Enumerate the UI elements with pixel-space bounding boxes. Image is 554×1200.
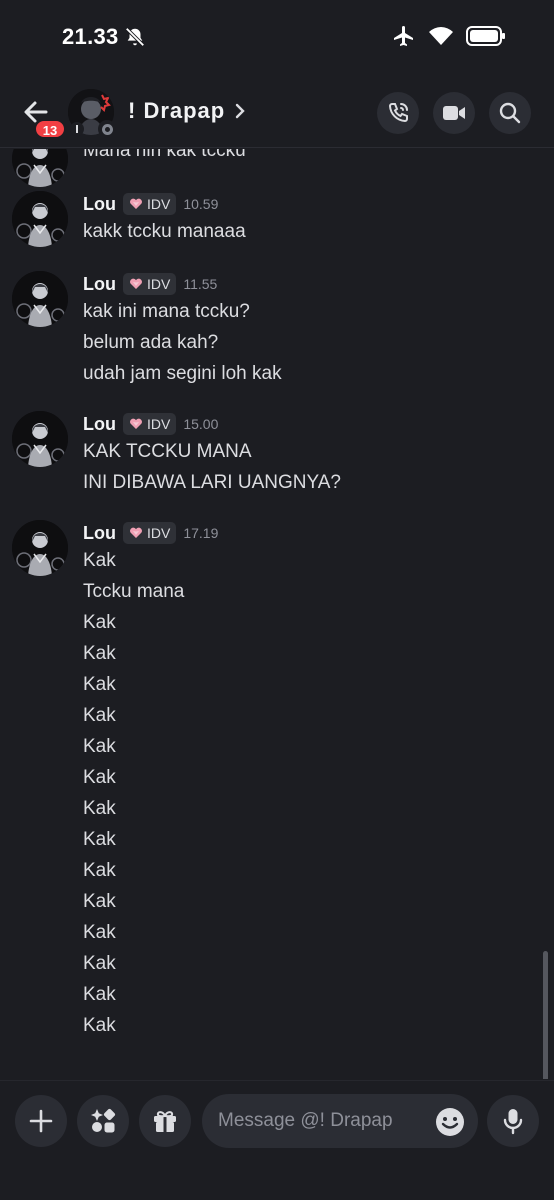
chevron-right-icon[interactable] — [234, 102, 246, 120]
message-header: Lou IDV 15.00 — [83, 411, 218, 437]
avatar[interactable] — [12, 149, 68, 187]
message-text[interactable]: Tccku mana — [83, 576, 184, 607]
attach-button[interactable] — [15, 1095, 67, 1147]
heart-icon — [129, 278, 143, 290]
gift-icon — [154, 1111, 176, 1132]
message-text[interactable]: kakk tccku manaaa — [83, 216, 246, 247]
message-text[interactable]: Kak — [83, 855, 116, 886]
message-header: Lou IDV 10.59 — [83, 191, 218, 217]
bell-muted-icon — [125, 27, 145, 47]
message-text[interactable]: Kak — [83, 762, 116, 793]
battery-icon — [466, 26, 505, 46]
heart-icon — [129, 527, 143, 539]
channel-name[interactable]: ! Drapap — [128, 98, 225, 124]
server-tag-label: IDV — [147, 525, 171, 541]
voice-call-button[interactable] — [377, 92, 419, 134]
message-timestamp: 10.59 — [183, 196, 219, 212]
avatar[interactable] — [12, 520, 68, 576]
status-indicators — [392, 24, 506, 48]
video-call-button[interactable] — [433, 92, 475, 134]
smiley-icon[interactable] — [434, 1106, 466, 1138]
offline-status-icon — [98, 120, 116, 138]
phone-call-icon — [388, 103, 408, 123]
gift-button[interactable] — [139, 1095, 191, 1147]
author-name[interactable]: Lou — [83, 523, 116, 544]
status-bar: 21.33 — [0, 0, 554, 76]
apps-button[interactable] — [77, 1095, 129, 1147]
avatar[interactable] — [12, 271, 68, 327]
message-text[interactable]: Kak — [83, 731, 116, 762]
message-list[interactable]: Mana nih kak tccku Lou IDV 10.59 kakk tccku… — [0, 149, 554, 1079]
message-text[interactable]: Kak — [83, 669, 116, 700]
avatar[interactable] — [12, 191, 68, 247]
message-text[interactable]: KAK TCCKU MANA — [83, 436, 252, 467]
message-timestamp: 15.00 — [183, 416, 219, 432]
message-composer — [0, 1080, 554, 1200]
message-text[interactable]: Kak — [83, 824, 116, 855]
status-time: 21.33 — [62, 24, 119, 49]
apps-sparkle-icon — [91, 1108, 116, 1133]
server-tag[interactable]: IDV — [123, 522, 177, 544]
airplane-icon — [394, 26, 413, 46]
plus-icon — [29, 1109, 53, 1133]
microphone-icon — [503, 1109, 523, 1135]
message-header: Lou IDV 17.19 — [83, 520, 218, 546]
wifi-icon — [429, 27, 453, 45]
author-name[interactable]: Lou — [83, 414, 116, 435]
author-name[interactable]: Lou — [83, 274, 116, 295]
search-button[interactable] — [489, 92, 531, 134]
message-text[interactable]: Kak — [83, 886, 116, 917]
message-header: Lou IDV 11.55 — [83, 271, 217, 297]
message-text[interactable]: Kak — [83, 917, 116, 948]
chat-header: 13 ! Drapap — [0, 76, 554, 148]
server-tag[interactable]: IDV — [123, 413, 177, 435]
voice-message-button[interactable] — [487, 1095, 539, 1147]
scrollbar[interactable] — [543, 951, 548, 1079]
message-text[interactable]: Kak — [83, 793, 116, 824]
server-tag[interactable]: IDV — [123, 273, 177, 295]
message-text[interactable]: Kak — [83, 545, 116, 576]
heart-icon — [129, 418, 143, 430]
message-timestamp: 11.55 — [183, 276, 218, 292]
message-text[interactable]: udah jam segini loh kak — [83, 358, 282, 389]
avatar[interactable] — [12, 411, 68, 467]
message-text[interactable]: kak ini mana tccku? — [83, 296, 250, 327]
message-text[interactable]: Kak — [83, 979, 116, 1010]
search-icon — [499, 102, 521, 124]
heart-icon — [129, 198, 143, 210]
author-name[interactable]: Lou — [83, 194, 116, 215]
message-timestamp: 17.19 — [183, 525, 219, 541]
message-text[interactable]: Kak — [83, 607, 116, 638]
message-text[interactable]: Kak — [83, 638, 116, 669]
message-text[interactable]: INI DIBAWA LARI UANGNYA? — [83, 467, 341, 498]
server-tag-label: IDV — [147, 196, 171, 212]
message-text[interactable]: Kak — [83, 1010, 116, 1041]
server-tag[interactable]: IDV — [123, 193, 177, 215]
server-tag-label: IDV — [147, 416, 171, 432]
message-text: Mana nih kak tccku — [83, 149, 246, 161]
message-text[interactable]: belum ada kah? — [83, 327, 218, 358]
video-camera-icon — [443, 106, 465, 120]
unread-badge: 13 — [34, 119, 66, 139]
server-tag-label: IDV — [147, 276, 171, 292]
message-text[interactable]: Kak — [83, 700, 116, 731]
dnd-indicator — [70, 122, 84, 136]
message-text[interactable]: Kak — [83, 948, 116, 979]
